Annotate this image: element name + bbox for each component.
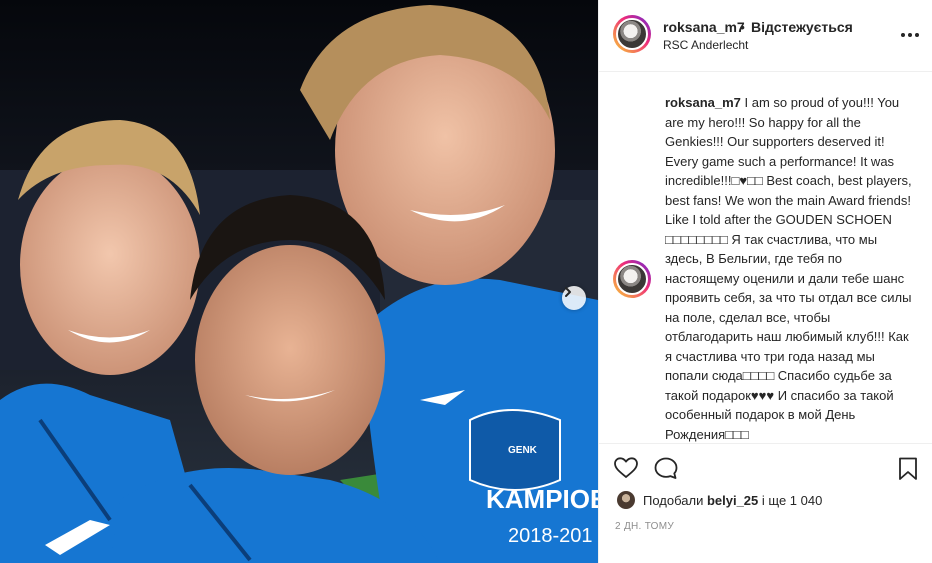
season-text: 2018-201 (508, 525, 593, 547)
more-horizontal-icon (901, 33, 919, 37)
liker-avatar[interactable] (617, 491, 635, 509)
author-avatar[interactable] (613, 15, 651, 53)
separator-dot: • (740, 19, 745, 35)
author-username[interactable]: roksana_m7 (663, 19, 745, 35)
more-options-button[interactable] (899, 25, 921, 45)
comment-icon (654, 457, 678, 479)
likes-prefix: Подобали (643, 493, 707, 508)
follow-status-button[interactable]: Відстежується (751, 19, 853, 35)
badge-text: GENK (508, 445, 538, 456)
post-header: roksana_m7 • Відстежується RSC Anderlech… (599, 0, 932, 72)
chevron-right-icon (565, 287, 571, 297)
likes-user[interactable]: belyi_25 (707, 493, 758, 508)
caption-username[interactable]: roksana_m7 (665, 95, 741, 110)
photo-illustration: GENK KAMPIOE 2018-201 (0, 0, 598, 563)
post-caption: roksana_m7 I am so proud of you!!! You a… (665, 93, 915, 443)
comment-button[interactable] (653, 456, 679, 483)
post-location[interactable]: RSC Anderlecht (663, 38, 748, 52)
save-button[interactable] (897, 456, 919, 485)
caption-text: I am so proud of you!!! You are my hero!… (665, 95, 912, 442)
next-photo-button[interactable] (562, 286, 586, 310)
comments-section: roksana_m7 I am so proud of you!!! You a… (599, 73, 932, 443)
caption-avatar[interactable] (613, 260, 651, 298)
post-timestamp[interactable]: 2 ДН. ТОМУ (615, 521, 674, 532)
post-photo[interactable]: GENK KAMPIOE 2018-201 (0, 0, 598, 563)
post-viewer: GENK KAMPIOE 2018-201 roksana_m7 • Відст… (0, 0, 932, 563)
bookmark-icon (899, 457, 917, 480)
like-button[interactable] (613, 456, 639, 483)
post-side-panel: roksana_m7 • Відстежується RSC Anderlech… (598, 0, 932, 563)
likes-summary[interactable]: Подобали belyi_25 і ще 1 040 (643, 493, 822, 508)
likes-count[interactable]: і ще 1 040 (758, 493, 822, 508)
post-actions: Подобали belyi_25 і ще 1 040 2 ДН. ТОМУ (599, 443, 932, 563)
heart-icon (614, 457, 638, 478)
jersey-text: KAMPIOE (486, 484, 598, 514)
